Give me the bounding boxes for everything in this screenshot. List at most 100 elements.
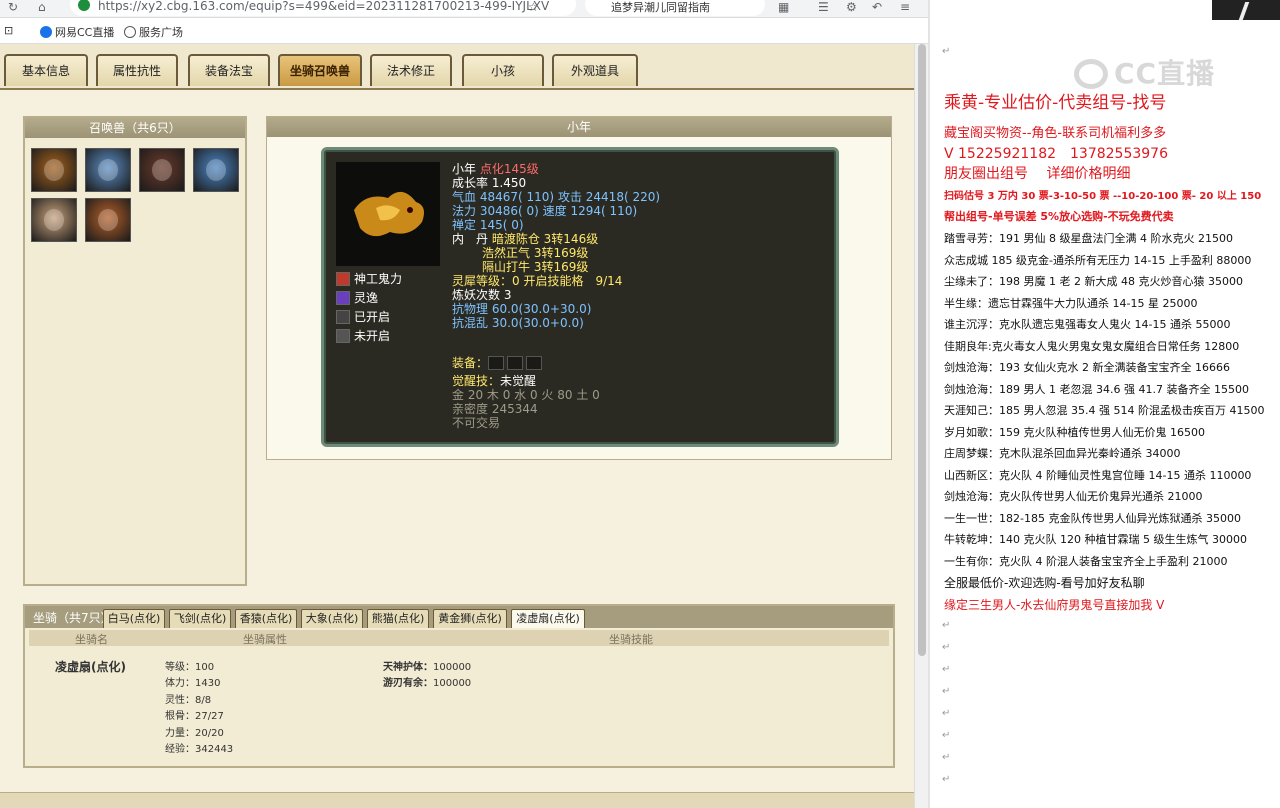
spirit-escape-icon bbox=[336, 291, 350, 305]
flame-beast-icon bbox=[98, 209, 118, 231]
mana-speed-line: 法力 30486( 0) 速度 1294( 110) bbox=[452, 204, 638, 218]
ice-spirit-icon bbox=[98, 159, 118, 181]
growth-line: 成长率 1.450 bbox=[452, 176, 527, 190]
search-box[interactable]: 追梦异潮儿同留指南 bbox=[585, 0, 765, 16]
mount-tab[interactable]: 黄金狮(点化) bbox=[433, 609, 507, 628]
equip-slot[interactable] bbox=[526, 356, 543, 370]
skill-item[interactable]: 已开启 bbox=[336, 308, 446, 327]
skill-item[interactable]: 灵逸 bbox=[336, 289, 446, 308]
search-text: 追梦异潮儿同留指南 bbox=[611, 1, 710, 14]
pet-slot-2[interactable] bbox=[85, 148, 131, 192]
paragraph-mark: ↵ bbox=[942, 708, 951, 719]
tab-child[interactable]: 小孩 bbox=[462, 54, 544, 86]
mount-tab[interactable]: 大象(点化) bbox=[301, 609, 363, 628]
page-scrollbar[interactable] bbox=[914, 44, 928, 808]
equip-slot[interactable] bbox=[488, 356, 505, 370]
mount-tab[interactable]: 熊猫(点化) bbox=[367, 609, 429, 628]
hp-attack-line: 气血 48467( 110) 攻击 24418( 220) bbox=[452, 190, 661, 204]
listing-item: 踏雪寻芳：191 男仙 8 级星盘法门全满 4 阶水克火 21500 bbox=[944, 232, 1233, 245]
tab-mounts-pets[interactable]: 坐骑召唤兽 bbox=[278, 54, 362, 86]
pet-tag: 点化145级 bbox=[479, 162, 539, 176]
tab-basic-info[interactable]: 基本信息 bbox=[4, 54, 88, 86]
phys-resist-line: 抗物理 60.0(30.0+30.0) bbox=[452, 302, 592, 316]
mount-attr: 力量：20/20 bbox=[165, 728, 224, 739]
ice-spirit-icon bbox=[206, 159, 226, 181]
mount-attr: 根骨：27/27 bbox=[165, 711, 224, 722]
overlay-line: 扫码估号 3 万内 30 票-3-10-50 票 --10-20-100 票- … bbox=[944, 191, 1262, 202]
list-icon[interactable]: ☰ bbox=[818, 0, 829, 14]
focus-line: 禅定 145( 0) bbox=[452, 218, 524, 232]
tab-attributes[interactable]: 属性抗性 bbox=[96, 54, 178, 86]
overlay-line: 帮出组号-单号误差 5%放心选购-不玩免费代卖 bbox=[944, 210, 1174, 223]
skill-item[interactable]: 未开启 bbox=[336, 327, 446, 346]
mount-skill: 天神护体：100000 bbox=[383, 662, 472, 673]
mount-tab[interactable]: 飞剑(点化) bbox=[169, 609, 231, 628]
mount-panel: 坐骑（共7只） 白马(点化) 飞剑(点化) 香猿(点化) 大象(点化) 熊猫(点… bbox=[23, 604, 895, 768]
paragraph-mark: ↵ bbox=[942, 686, 951, 697]
bookmark-bar: ⊡ 网易CC直播 服务广场 bbox=[0, 18, 928, 44]
skill-slot-icon bbox=[336, 310, 350, 324]
girl-portrait-icon bbox=[44, 209, 64, 231]
awaken-line: 觉醒技：未觉醒 bbox=[452, 374, 537, 388]
paragraph-mark: ↵ bbox=[942, 664, 951, 675]
paragraph-mark: ↵ bbox=[942, 46, 951, 57]
mount-tab[interactable]: 白马(点化) bbox=[103, 609, 165, 628]
listing-item: 岁月如歌：159 克火队种植传世男人仙无价鬼 16500 bbox=[944, 425, 1205, 439]
mount-name: 凌虚扇(点化) bbox=[55, 660, 126, 674]
pet-slot-3[interactable] bbox=[139, 148, 185, 192]
mount-attr: 灵性：8/8 bbox=[165, 695, 212, 706]
skill-item[interactable]: 神工鬼力 bbox=[336, 270, 446, 289]
listing-item: 一生一世：182-185 克金队传世男人仙异光炼狱通杀 35000 bbox=[944, 511, 1241, 525]
pet-slot-6[interactable] bbox=[85, 198, 131, 242]
reload-icon[interactable]: ↻ bbox=[8, 0, 18, 14]
bookmark-service[interactable]: 服务广场 bbox=[124, 24, 183, 40]
browser-toolbar: ↻ ⌂ https://xy2.cbg.163.com/equip?s=499&… bbox=[0, 0, 928, 18]
cc-watermark: CC直播 bbox=[1074, 52, 1215, 92]
paragraph-mark: ↵ bbox=[942, 774, 951, 785]
mount-attr: 等级：100 bbox=[165, 662, 215, 673]
paragraph-mark: ↵ bbox=[942, 620, 951, 631]
mount-tabs: 坐骑（共7只） 白马(点化) 飞剑(点化) 香猿(点化) 大象(点化) 熊猫(点… bbox=[25, 606, 893, 628]
page-footer-bar bbox=[0, 792, 914, 808]
home-icon[interactable]: ⌂ bbox=[38, 0, 46, 14]
apps-icon[interactable]: ⊡ bbox=[4, 24, 13, 37]
equip-slot[interactable] bbox=[507, 356, 524, 370]
star-icon[interactable]: ☆ bbox=[528, 0, 539, 14]
mount-tab-active[interactable]: 凌虚扇(点化) bbox=[511, 609, 585, 628]
mount-tab[interactable]: 香猿(点化) bbox=[235, 609, 297, 628]
spirit-level-line: 灵犀等级：0 开启技能格 9/14 bbox=[452, 274, 623, 288]
listing-item: 剑烛沧海：193 女仙火克水 2 新全满装备宝宝齐全 16666 bbox=[944, 361, 1230, 374]
listing-item: 半生缘：遗忘甘霖强牛大力队通杀 14-15 星 25000 bbox=[944, 296, 1198, 310]
undo-icon[interactable]: ↶ bbox=[872, 0, 882, 14]
pet-slot-1[interactable] bbox=[31, 148, 77, 192]
mount-col-attrs: 坐骑属性 bbox=[243, 633, 287, 646]
pet-slot-4[interactable] bbox=[193, 148, 239, 192]
listing-item: 天涯知己：185 男人忽混 35.4 强 514 阶混孟极击疾百万 41500 bbox=[944, 404, 1265, 417]
grid-icon[interactable]: ▦ bbox=[778, 0, 789, 14]
tab-equipment[interactable]: 装备法宝 bbox=[188, 54, 270, 86]
cc-logo-icon bbox=[1074, 59, 1108, 89]
address-bar[interactable]: https://xy2.cbg.163.com/equip?s=499&eid=… bbox=[70, 0, 576, 16]
bookmark-cc[interactable]: 网易CC直播 bbox=[40, 24, 114, 40]
gear-icon[interactable]: ⚙ bbox=[846, 0, 857, 14]
listing-item: 山西新区：克火队 4 阶睡仙灵性鬼宫位睡 14-15 通杀 110000 bbox=[944, 468, 1252, 482]
pet-list-panel: 召唤兽（共6只） bbox=[23, 116, 247, 586]
elements-line: 金 20 木 0 水 0 火 80 土 0 bbox=[452, 388, 600, 402]
pet-attributes: 小年 点化145级 成长率 1.450 气血 48467( 110) 攻击 24… bbox=[452, 162, 832, 430]
intimacy-line: 亲密度 245344 bbox=[452, 402, 538, 416]
pet-slot-5[interactable] bbox=[31, 198, 77, 242]
pet-name-line: 小年 点化145级 bbox=[452, 162, 539, 176]
tab-appearance[interactable]: 外观道具 bbox=[552, 54, 638, 86]
scrollbar-thumb[interactable] bbox=[918, 44, 926, 656]
golden-beast-icon bbox=[44, 159, 64, 181]
paragraph-mark: ↵ bbox=[942, 730, 951, 741]
equip-line: 装备： bbox=[452, 356, 832, 374]
overlay-title: 乘黄-专业估价-代卖组号-找号 bbox=[944, 93, 1167, 113]
main-tabs: 基本信息 属性抗性 装备法宝 坐骑召唤兽 法术修正 小孩 外观道具 bbox=[0, 44, 914, 90]
menu-icon[interactable]: ≡ bbox=[900, 0, 910, 14]
tab-spell-correction[interactable]: 法术修正 bbox=[370, 54, 452, 86]
pet-portrait-image bbox=[336, 162, 440, 266]
overlay-footer: 缘定三生男人-水去仙府男鬼号直接加我 V bbox=[944, 598, 1165, 612]
listing-item: 尘缘未了：198 男魔 1 老 2 新大成 48 克火炒音心猿 35000 bbox=[944, 275, 1243, 288]
